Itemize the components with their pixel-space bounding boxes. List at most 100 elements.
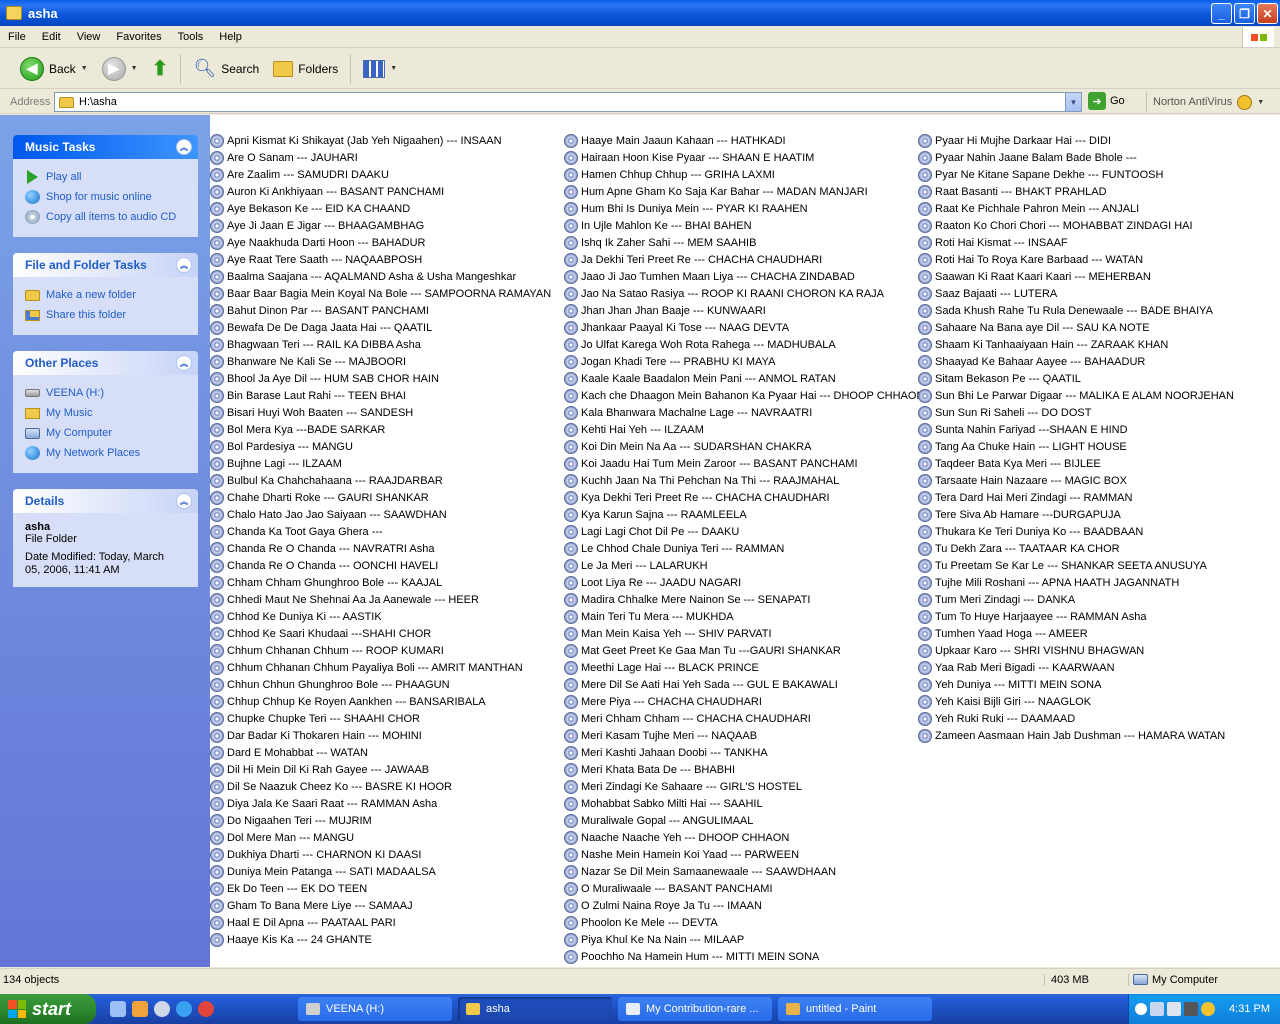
file-item[interactable]: Meri Khata Bata De --- BHABHI bbox=[564, 761, 735, 778]
file-item[interactable]: Yeh Duniya --- MITTI MEIN SONA bbox=[918, 676, 1101, 693]
norton-antivirus-toolbar[interactable]: Norton AntiVirus ▼ bbox=[1146, 92, 1264, 112]
file-item[interactable]: Phoolon Ke Mele --- DEVTA bbox=[564, 914, 718, 931]
my-computer-link[interactable]: My Computer bbox=[25, 423, 188, 443]
file-item[interactable]: Chahe Dharti Roke --- GAURI SHANKAR bbox=[210, 489, 429, 506]
file-item[interactable]: Hum Bhi Is Duniya Mein --- PYAR KI RAAHE… bbox=[564, 200, 808, 217]
start-button[interactable]: start bbox=[0, 994, 96, 1024]
file-folder-tasks-header[interactable]: File and Folder Tasks ︽ bbox=[13, 253, 198, 277]
shop-music-link[interactable]: Shop for music online bbox=[25, 187, 188, 207]
norton-tray-icon[interactable] bbox=[1201, 1002, 1215, 1016]
my-network-places-link[interactable]: My Network Places bbox=[25, 443, 188, 463]
menu-edit[interactable]: Edit bbox=[34, 31, 69, 43]
file-item[interactable]: Aye Ji Jaan E Jigar --- BHAAGAMBHAG bbox=[210, 217, 424, 234]
file-item[interactable]: Baalma Saajana --- AQALMAND Asha & Usha … bbox=[210, 268, 516, 285]
folders-button[interactable]: Folders bbox=[267, 52, 344, 86]
file-item[interactable]: Bhanware Ne Kali Se --- MAJBOORI bbox=[210, 353, 406, 370]
file-item[interactable]: Chham Chham Ghunghroo Bole --- KAAJAL bbox=[210, 574, 442, 591]
file-item[interactable]: Bisari Huyi Woh Baaten --- SANDESH bbox=[210, 404, 413, 421]
file-item[interactable]: Jo Ulfat Karega Woh Rota Rahega --- MADH… bbox=[564, 336, 836, 353]
file-item[interactable]: Bin Barase Laut Rahi --- TEEN BHAI bbox=[210, 387, 406, 404]
file-item[interactable]: Shaayad Ke Bahaar Aayee --- BAHAADUR bbox=[918, 353, 1145, 370]
file-item[interactable]: Meri Kasam Tujhe Meri --- NAQAAB bbox=[564, 727, 757, 744]
file-item[interactable]: Chhod Ke Duniya Ki --- AASTIK bbox=[210, 608, 382, 625]
file-item[interactable]: Chhedi Maut Ne Shehnai Aa Ja Aanewale --… bbox=[210, 591, 479, 608]
file-item[interactable]: Man Mein Kaisa Yeh --- SHIV PARVATI bbox=[564, 625, 772, 642]
file-item[interactable]: Tum Meri Zindagi --- DANKA bbox=[918, 591, 1075, 608]
menu-help[interactable]: Help bbox=[211, 31, 250, 43]
collapse-icon[interactable]: ︽ bbox=[176, 139, 192, 155]
file-item[interactable]: Thukara Ke Teri Duniya Ko --- BAADBAAN bbox=[918, 523, 1143, 540]
file-item[interactable]: Nashe Mein Hamein Koi Yaad --- PARWEEN bbox=[564, 846, 799, 863]
menu-favorites[interactable]: Favorites bbox=[108, 31, 169, 43]
file-item[interactable]: Chhum Chhanan Chhum --- ROOP KUMARI bbox=[210, 642, 444, 659]
share-folder-link[interactable]: Share this folder bbox=[25, 305, 188, 325]
file-item[interactable]: Pyaar Nahin Jaane Balam Bade Bhole --- bbox=[918, 149, 1137, 166]
media-icon[interactable] bbox=[132, 1001, 148, 1017]
file-item[interactable]: Meri Chham Chham --- CHACHA CHAUDHARI bbox=[564, 710, 811, 727]
file-item[interactable]: Kach che Dhaagon Mein Bahanon Ka Pyaar H… bbox=[564, 387, 924, 404]
taskbar-button-asha[interactable]: asha bbox=[458, 997, 612, 1021]
volume-tray-icon[interactable] bbox=[1167, 1002, 1181, 1016]
file-item[interactable]: Jhan Jhan Jhan Baaje --- KUNWAARI bbox=[564, 302, 766, 319]
collapse-icon[interactable]: ︽ bbox=[176, 257, 192, 273]
file-item[interactable]: Piya Khul Ke Na Nain --- MILAAP bbox=[564, 931, 744, 948]
file-item[interactable]: Duniya Mein Patanga --- SATI MADAALSA bbox=[210, 863, 436, 880]
file-item[interactable]: Tumhen Yaad Hoga --- AMEER bbox=[918, 625, 1088, 642]
file-item[interactable]: Saawan Ki Raat Kaari Kaari --- MEHERBAN bbox=[918, 268, 1151, 285]
taskbar-button-paint[interactable]: untitled - Paint bbox=[778, 997, 932, 1021]
file-item[interactable]: Tere Siva Ab Hamare ---DURGAPUJA bbox=[918, 506, 1121, 523]
file-item[interactable]: Roti Hai To Roya Kare Barbaad --- WATAN bbox=[918, 251, 1143, 268]
file-item[interactable]: Jogan Khadi Tere --- PRABHU KI MAYA bbox=[564, 353, 775, 370]
file-item[interactable]: Mohabbat Sabko Milti Hai --- SAAHIL bbox=[564, 795, 763, 812]
file-item[interactable]: Chanda Ka Toot Gaya Ghera --- bbox=[210, 523, 383, 540]
file-item[interactable]: Tu Preetam Se Kar Le --- SHANKAR SEETA A… bbox=[918, 557, 1207, 574]
media-player-icon[interactable] bbox=[154, 1001, 170, 1017]
file-item[interactable]: Tujhe Mili Roshani --- APNA HAATH JAGANN… bbox=[918, 574, 1179, 591]
file-item[interactable]: Haaye Kis Ka --- 24 GHANTE bbox=[210, 931, 372, 948]
file-item[interactable]: Shaam Ki Tanhaaiyaan Hain --- ZARAAK KHA… bbox=[918, 336, 1168, 353]
file-item[interactable]: Lagi Lagi Chot Dil Pe --- DAAKU bbox=[564, 523, 739, 540]
file-item[interactable]: Mat Geet Preet Ke Gaa Man Tu ---GAURI SH… bbox=[564, 642, 841, 659]
maximize-button[interactable]: ❐ bbox=[1234, 3, 1255, 24]
file-item[interactable]: Hamen Chhup Chhup --- GRIHA LAXMI bbox=[564, 166, 775, 183]
file-item[interactable]: Madira Chhalke Mere Nainon Se --- SENAPA… bbox=[564, 591, 810, 608]
file-item[interactable]: Le Chhod Chale Duniya Teri --- RAMMAN bbox=[564, 540, 784, 557]
file-item[interactable]: Meri Kashti Jahaan Doobi --- TANKHA bbox=[564, 744, 768, 761]
taskbar-button-veena[interactable]: VEENA (H:) bbox=[298, 997, 452, 1021]
file-item[interactable]: Kaale Kaale Baadalon Mein Pani --- ANMOL… bbox=[564, 370, 836, 387]
file-item[interactable]: Kya Karun Sajna --- RAAMLEELA bbox=[564, 506, 747, 523]
file-item[interactable]: O Zulmi Naina Roye Ja Tu --- IMAAN bbox=[564, 897, 762, 914]
collapse-icon[interactable]: ︽ bbox=[176, 355, 192, 371]
file-item[interactable]: In Ujle Mahlon Ke --- BHAI BAHEN bbox=[564, 217, 752, 234]
file-item[interactable]: Jao Na Satao Rasiya --- ROOP KI RAANI CH… bbox=[564, 285, 884, 302]
file-item[interactable]: Dil Hi Mein Dil Ki Rah Gayee --- JAWAAB bbox=[210, 761, 429, 778]
file-item[interactable]: Yeh Ruki Ruki --- DAAMAAD bbox=[918, 710, 1075, 727]
file-item[interactable]: Sunta Nahin Fariyad ---SHAAN E HIND bbox=[918, 421, 1128, 438]
file-list[interactable]: Apni Kismat Ki Shikayat (Jab Yeh Nigaahe… bbox=[210, 115, 1280, 967]
file-item[interactable]: Aye Bekason Ke --- EID KA CHAAND bbox=[210, 200, 410, 217]
chevron-down-icon[interactable]: ▼ bbox=[390, 65, 397, 72]
menu-view[interactable]: View bbox=[69, 31, 109, 43]
file-item[interactable]: Hum Apne Gham Ko Saja Kar Bahar --- MADA… bbox=[564, 183, 868, 200]
file-item[interactable]: Sitam Bekason Pe --- QAATIL bbox=[918, 370, 1081, 387]
other-places-header[interactable]: Other Places ︽ bbox=[13, 351, 198, 375]
file-item[interactable]: Kya Dekhi Teri Preet Re --- CHACHA CHAUD… bbox=[564, 489, 830, 506]
file-item[interactable]: Aye Raat Tere Saath --- NAQAABPOSH bbox=[210, 251, 422, 268]
file-item[interactable]: Nazar Se Dil Mein Samaanewaale --- SAAWD… bbox=[564, 863, 836, 880]
file-item[interactable]: Haal E Dil Apna --- PAATAAL PARI bbox=[210, 914, 396, 931]
file-item[interactable]: Sun Bhi Le Parwar Digaar --- MALIKA E AL… bbox=[918, 387, 1234, 404]
file-item[interactable]: Sahaare Na Bana aye Dil --- SAU KA NOTE bbox=[918, 319, 1150, 336]
file-item[interactable]: Haaye Main Jaaun Kahaan --- HATHKADI bbox=[564, 132, 786, 149]
file-item[interactable]: Ja Dekhi Teri Preet Re --- CHACHA CHAUDH… bbox=[564, 251, 822, 268]
file-item[interactable]: Are O Sanam --- JAUHARI bbox=[210, 149, 358, 166]
file-item[interactable]: Kehti Hai Yeh --- ILZAAM bbox=[564, 421, 704, 438]
file-item[interactable]: Yeh Kaisi Bijli Giri --- NAAGLOK bbox=[918, 693, 1091, 710]
file-item[interactable]: Kala Bhanwara Machalne Lage --- NAVRAATR… bbox=[564, 404, 812, 421]
file-item[interactable]: Raat Basanti --- BHAKT PRAHLAD bbox=[918, 183, 1107, 200]
file-item[interactable]: Upkaar Karo --- SHRI VISHNU BHAGWAN bbox=[918, 642, 1144, 659]
file-item[interactable]: Roti Hai Kismat --- INSAAF bbox=[918, 234, 1068, 251]
menu-file[interactable]: File bbox=[0, 31, 34, 43]
file-item[interactable]: Koi Jaadu Hai Tum Mein Zaroor --- BASANT… bbox=[564, 455, 858, 472]
file-item[interactable]: Dard E Mohabbat --- WATAN bbox=[210, 744, 368, 761]
file-item[interactable]: Baar Baar Bagia Mein Koyal Na Bole --- S… bbox=[210, 285, 551, 302]
